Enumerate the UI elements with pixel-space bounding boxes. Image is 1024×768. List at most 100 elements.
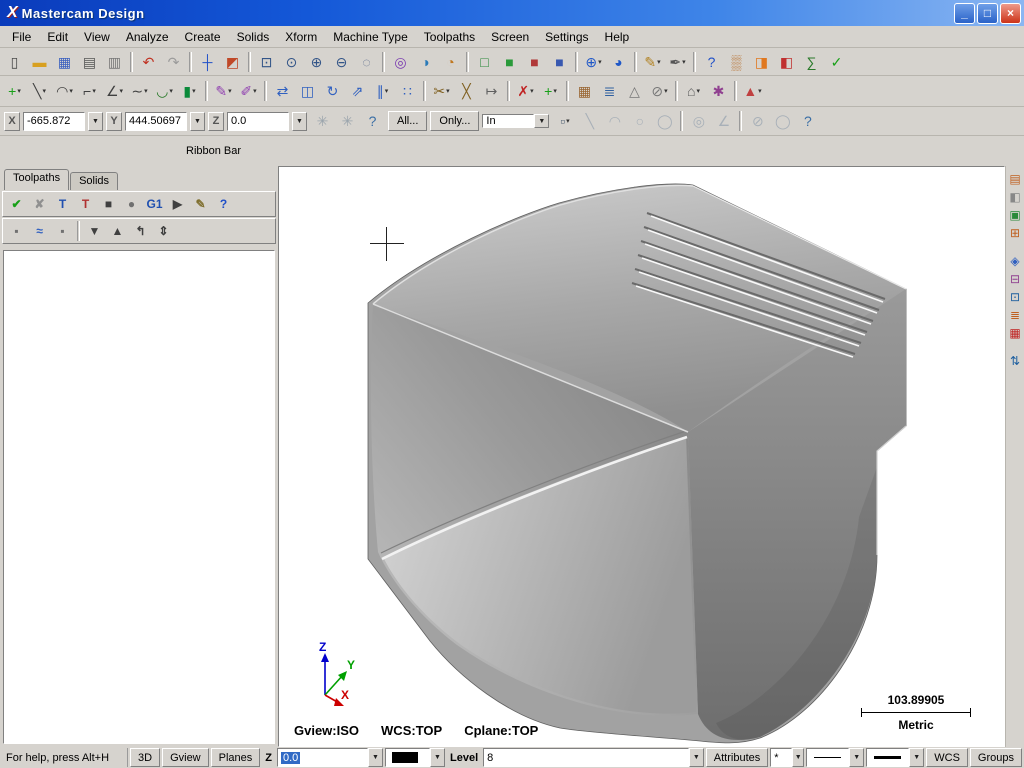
move-up-icon[interactable]: ▲ <box>107 221 128 242</box>
gnomon-icon[interactable]: ┼ <box>196 50 219 73</box>
shaded-view-icon[interactable]: ■ <box>498 50 521 73</box>
ribbon-help-icon[interactable]: ? <box>361 110 384 133</box>
help-icon[interactable]: ? <box>700 50 723 73</box>
status-color-combo[interactable]: ▼ <box>385 748 445 767</box>
target-tool-icon[interactable]: ⊡ <box>1007 288 1024 305</box>
select-angle-icon[interactable]: ∠ <box>712 110 735 133</box>
verify-icon[interactable]: ● <box>121 194 142 215</box>
wcs-view-icon[interactable]: ⌂ ▾ <box>682 80 705 103</box>
select-last-icon[interactable]: ◯ <box>771 110 794 133</box>
open-file-icon[interactable]: ▬ <box>28 50 51 73</box>
status-planes-button[interactable]: Planes <box>210 748 261 767</box>
select-result-icon[interactable]: ◎ <box>687 110 710 133</box>
to-clipboard-icon[interactable]: ▣ <box>1007 206 1024 223</box>
line-style-dropdown[interactable]: ▼ <box>849 748 865 767</box>
create-point-icon[interactable]: + ▾ <box>3 80 26 103</box>
analyze-position-icon[interactable]: ◑ <box>414 50 437 73</box>
create-solid-icon[interactable]: ▮ ▾ <box>178 80 201 103</box>
status-groups-button[interactable]: Groups <box>969 748 1022 767</box>
select-only-button[interactable]: Only... <box>430 111 480 131</box>
fastpoint-icon[interactable]: ✳ <box>311 110 334 133</box>
drafting-note-icon[interactable]: ✐ ▾ <box>237 80 260 103</box>
menu-solids[interactable]: Solids <box>229 28 278 46</box>
print-icon[interactable]: ▤ <box>78 50 101 73</box>
run-addin-icon[interactable]: ◨ <box>750 50 773 73</box>
menu-machine-type[interactable]: Machine Type <box>325 28 416 46</box>
xform-array-icon[interactable]: ∷ <box>396 80 419 103</box>
grid-settings-icon[interactable]: ▒ <box>725 50 748 73</box>
repaint-icon[interactable]: ◩ <box>221 50 244 73</box>
chain-circle-icon[interactable]: ○ <box>628 110 651 133</box>
insert-above-icon[interactable]: ↰ <box>130 221 151 242</box>
vba-icon[interactable]: ◧ <box>775 50 798 73</box>
shaded-edges-icon[interactable]: ■ <box>523 50 546 73</box>
join-icon[interactable]: ↦ <box>480 80 503 103</box>
lock-icon[interactable]: ▪ <box>6 221 27 242</box>
status-point-style-combo[interactable]: * ▼ <box>770 748 805 767</box>
close-button[interactable]: × <box>1000 2 1021 24</box>
diamond-tool-icon[interactable]: ◈ <box>1007 252 1024 269</box>
redo-icon[interactable]: ↷ <box>162 50 185 73</box>
status-z-dropdown[interactable]: ▼ <box>368 748 383 767</box>
line-width-dropdown[interactable]: ▼ <box>909 748 925 767</box>
selection-mode-combo[interactable]: In ▼ <box>482 114 550 128</box>
screen-levels-icon[interactable]: ≣ <box>598 80 621 103</box>
zoom-window-icon[interactable]: ⊡ <box>255 50 278 73</box>
status-color-dropdown[interactable]: ▼ <box>430 748 445 767</box>
x-coord-input[interactable]: -665.872 <box>23 111 85 131</box>
new-file-icon[interactable]: ▯ <box>3 50 26 73</box>
trim-icon[interactable]: ✂ ▾ <box>430 80 453 103</box>
undo-icon[interactable]: ↶ <box>137 50 160 73</box>
x-coord-button[interactable]: X <box>4 111 20 131</box>
dynamic-spin-icon[interactable]: ◕ <box>607 50 630 73</box>
y-coord-button[interactable]: Y <box>106 111 122 131</box>
raster-image-icon[interactable]: ▤ <box>1007 170 1024 187</box>
operations-list[interactable] <box>3 250 275 744</box>
status-line-style-combo[interactable]: ▼ <box>806 748 865 767</box>
break-icon[interactable]: ╳ <box>455 80 478 103</box>
status-3d-button[interactable]: 3D <box>130 748 161 767</box>
status-z-combo[interactable]: 0.0 ▼ <box>277 748 383 767</box>
status-z-field[interactable]: 0.0 <box>277 748 368 767</box>
status-attributes-button[interactable]: Attributes <box>705 748 769 767</box>
drafting-dimension-icon[interactable]: ✎ ▾ <box>212 80 235 103</box>
undelete-icon[interactable]: + ▾ <box>539 80 562 103</box>
ok-icon[interactable]: ✓ <box>825 50 848 73</box>
xform-offset-icon[interactable]: ∥ ▾ <box>371 80 394 103</box>
create-chamfer-icon[interactable]: ∠ ▾ <box>103 80 126 103</box>
tab-toolpaths[interactable]: Toolpaths <box>4 169 70 190</box>
entity-color-icon[interactable]: ✎ ▾ <box>641 50 664 73</box>
menu-analyze[interactable]: Analyze <box>118 28 177 46</box>
zoom-in-icon[interactable]: ⊕ <box>305 50 328 73</box>
grid-capture-icon[interactable]: ⊞ <box>1007 224 1024 241</box>
menu-screen[interactable]: Screen <box>483 28 537 46</box>
select-all-operations-icon[interactable]: ✔ <box>6 194 27 215</box>
unzoom-icon[interactable]: ◌ <box>355 50 378 73</box>
x-coord-dropdown[interactable]: ▼ <box>88 111 103 131</box>
xform-rotate-icon[interactable]: ↻ <box>321 80 344 103</box>
toolpath-display-icon[interactable]: ≈ <box>29 221 50 242</box>
point-style-dropdown[interactable]: ▼ <box>792 748 805 767</box>
create-arc-icon[interactable]: ◠ ▾ <box>53 80 76 103</box>
list-tool-icon[interactable]: ≣ <box>1007 306 1024 323</box>
zoom-target-icon[interactable]: ⊙ <box>280 50 303 73</box>
chain-line-icon[interactable]: ╲ <box>578 110 601 133</box>
z-coord-dropdown[interactable]: ▼ <box>292 111 307 131</box>
chain-arc-icon[interactable]: ◠ <box>603 110 626 133</box>
rotate-view-icon[interactable]: ⊕ ▾ <box>582 50 605 73</box>
create-line-icon[interactable]: ╲ ▾ <box>28 80 51 103</box>
y-coord-dropdown[interactable]: ▼ <box>190 111 205 131</box>
red-grid-icon[interactable]: ▦ <box>1007 324 1024 341</box>
box-tool-icon[interactable]: ⊟ <box>1007 270 1024 287</box>
edit-operation-icon[interactable]: ✎ <box>190 194 211 215</box>
status-gview-button[interactable]: Gview <box>162 748 209 767</box>
selection-window-icon[interactable]: ▫ ▾ <box>553 110 576 133</box>
minimize-button[interactable]: _ <box>954 2 975 24</box>
z-coord-button[interactable]: Z <box>208 111 224 131</box>
zoom-out-icon[interactable]: ⊖ <box>330 50 353 73</box>
entity-attributes-icon[interactable]: ✒ ▾ <box>666 50 689 73</box>
config-icon[interactable]: ✱ <box>707 80 730 103</box>
status-wcs-button[interactable]: WCS <box>926 748 968 767</box>
gradient-icon[interactable]: ◧ <box>1007 188 1024 205</box>
scroll-ops-icon[interactable]: ⇕ <box>153 221 174 242</box>
